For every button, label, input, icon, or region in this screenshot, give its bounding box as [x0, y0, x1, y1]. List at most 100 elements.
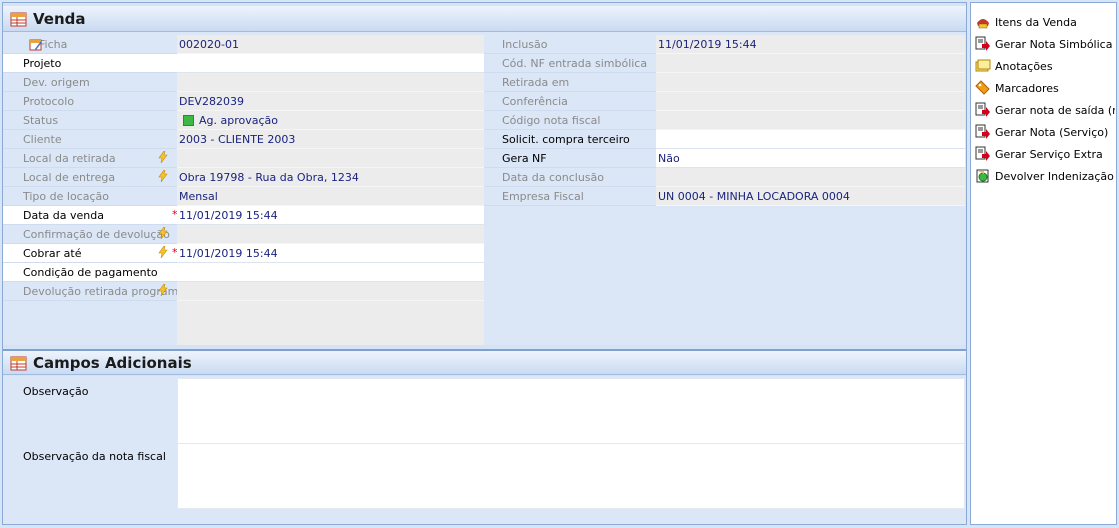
sidebar-item-label: Gerar Nota (Serviço)	[995, 125, 1109, 139]
field-value-text: Ag. aprovação	[199, 113, 279, 127]
field-value	[177, 73, 484, 92]
field-label-text: Tipo de locação	[23, 189, 109, 203]
field-value: UN 0004 - MINHA LOCADORA 0004	[656, 187, 965, 206]
field-value: 11/01/2019 15:44	[656, 35, 965, 54]
section-header-venda: Venda	[3, 6, 966, 32]
observacao-label: Observação	[23, 385, 89, 398]
field-label-text: Solicit. compra terceiro	[502, 132, 630, 146]
field-label: Ficha	[3, 35, 177, 54]
sidebar-item-label: Itens da Venda	[995, 15, 1077, 29]
field-value[interactable]	[656, 130, 965, 149]
field-label: Conferência	[484, 92, 656, 111]
field-label-text: Dev. origem	[23, 75, 90, 89]
field-value-text: DEV282039	[179, 94, 244, 108]
field-value	[177, 225, 484, 244]
field-value: DEV282039	[177, 92, 484, 111]
field-label: Protocolo	[3, 92, 177, 111]
doc-arrow-icon	[975, 146, 991, 162]
field-label: Solicit. compra terceiro	[484, 130, 656, 149]
notes-icon	[975, 58, 991, 74]
sidebar-item[interactable]: Devolver Indenização	[975, 166, 1115, 186]
field-value	[177, 282, 484, 301]
field-label-text: Cód. NF entrada simbólica	[502, 56, 648, 70]
lightning-icon[interactable]	[158, 245, 168, 259]
table-icon	[9, 354, 29, 372]
observacao-field[interactable]	[177, 378, 965, 444]
field-label: Condição de pagamento	[3, 263, 177, 282]
venda-form: Ficha 002020-01 Projeto Dev. origem Protocol…	[3, 32, 966, 345]
field-label: Devolução retirada programada	[3, 282, 177, 301]
sidebar-item-label: Gerar nota de saída (mer	[995, 103, 1115, 117]
sidebar-item[interactable]: Gerar Nota (Serviço)	[975, 122, 1115, 142]
field-label-text: Retirada em	[502, 75, 570, 89]
field-value	[656, 92, 965, 111]
field-value-text: 2003 - CLIENTE 2003	[179, 132, 296, 146]
field-label-text: Código nota fiscal	[502, 113, 601, 127]
field-label-text: Gera NF	[502, 151, 547, 165]
field-label: Data da venda	[3, 206, 177, 225]
refund-icon	[975, 168, 991, 184]
lightning-icon[interactable]	[158, 283, 168, 297]
field-value[interactable]	[177, 54, 484, 73]
doc-arrow-icon	[975, 124, 991, 140]
field-label-text: Devolução retirada programada	[23, 284, 177, 298]
field-label-text: Cobrar até	[23, 246, 82, 260]
edit-icon	[29, 38, 43, 51]
section-title: Campos Adicionais	[33, 353, 192, 372]
field-label: Empresa Fiscal	[484, 187, 656, 206]
sidebar-item[interactable]: Itens da Venda	[975, 12, 1115, 32]
field-label-text: Data da conclusão	[502, 170, 605, 184]
field-label-text: Cliente	[23, 132, 62, 146]
field-value-text: UN 0004 - MINHA LOCADORA 0004	[658, 189, 850, 203]
field-label: Projeto	[3, 54, 177, 73]
field-value: Ag. aprovação	[177, 111, 484, 130]
sidebar-item[interactable]: Marcadores	[975, 78, 1115, 98]
field-value-text: 11/01/2019 15:44	[179, 208, 278, 222]
field-label: Tipo de locação	[3, 187, 177, 206]
field-label-text: Condição de pagamento	[23, 265, 158, 279]
field-label-text: Ficha	[39, 37, 68, 51]
section-title: Venda	[33, 9, 86, 28]
sidebar-item[interactable]: Gerar Serviço Extra	[975, 144, 1115, 164]
lightning-icon[interactable]	[158, 169, 168, 183]
field-value[interactable]: 11/01/2019 15:44	[177, 206, 484, 225]
sidebar-item-label: Devolver Indenização	[995, 169, 1114, 183]
sidebar-item[interactable]: Anotações	[975, 56, 1115, 76]
field-label: Cliente	[3, 130, 177, 149]
field-value: Mensal	[177, 187, 484, 206]
observacao-nf-field[interactable]	[177, 443, 965, 509]
field-value: 002020-01	[177, 35, 484, 54]
field-value[interactable]	[177, 263, 484, 282]
field-label: Código nota fiscal	[484, 111, 656, 130]
field-value	[656, 73, 965, 92]
field-value[interactable]: 11/01/2019 15:44	[177, 244, 484, 263]
field-label-text: Local de entrega	[23, 170, 116, 184]
field-label: Data da conclusão	[484, 168, 656, 187]
tag-icon	[975, 80, 991, 96]
sidebar-item-label: Marcadores	[995, 81, 1059, 95]
observacao-nf-label: Observação da nota fiscal	[23, 450, 166, 463]
field-value: 2003 - CLIENTE 2003	[177, 130, 484, 149]
sidebar-item-label: Anotações	[995, 59, 1053, 73]
field-label: Confirmação de devolução	[3, 225, 177, 244]
field-label: Local de entrega	[3, 168, 177, 187]
field-label-text: Status	[23, 113, 59, 127]
field-label: Gera NF	[484, 149, 656, 168]
field-label: Retirada em	[484, 73, 656, 92]
field-value[interactable]: Não	[656, 149, 965, 168]
sidebar-item[interactable]: Gerar nota de saída (mer	[975, 100, 1115, 120]
field-label-text: Confirmação de devolução	[23, 227, 170, 241]
field-label-text: Protocolo	[23, 94, 75, 108]
field-value-text: 11/01/2019 15:44	[179, 246, 278, 260]
field-label: Status	[3, 111, 177, 130]
status-indicator-icon	[183, 114, 194, 126]
field-value-text: Mensal	[179, 189, 218, 203]
field-label: Cobrar até	[3, 244, 177, 263]
sidebar-item-label: Gerar Nota Simbólica	[995, 37, 1113, 51]
field-value	[177, 149, 484, 168]
sidebar-item-label: Gerar Serviço Extra	[995, 147, 1103, 161]
lightning-icon[interactable]	[158, 150, 168, 164]
sidebar-item[interactable]: Gerar Nota Simbólica	[975, 34, 1115, 54]
campos-adicionais-form: Observação Observação da nota fiscal	[3, 376, 966, 524]
lightning-icon[interactable]	[158, 226, 168, 240]
